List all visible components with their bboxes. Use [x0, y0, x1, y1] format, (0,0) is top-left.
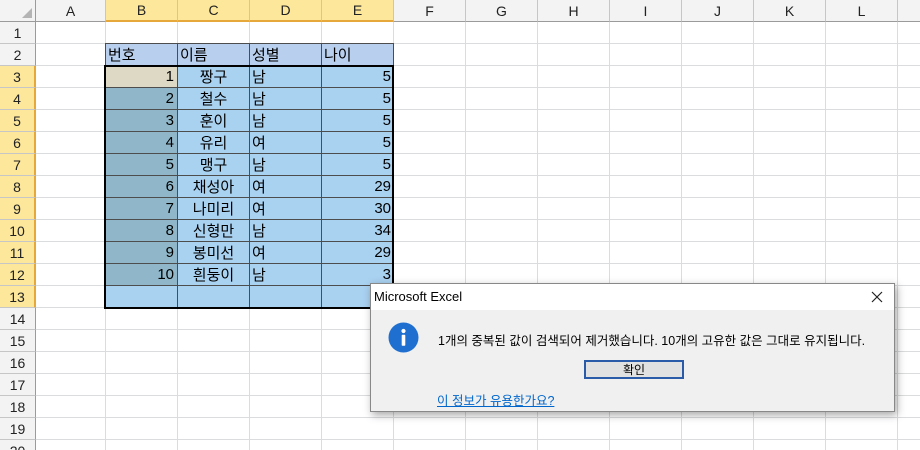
table-cell-age[interactable]: 5	[321, 153, 394, 176]
table-cell-name[interactable]: 훈이	[177, 109, 250, 132]
table-cell-number[interactable]: 9	[105, 241, 178, 264]
column-header-g[interactable]: G	[466, 0, 538, 22]
table-cell-number[interactable]: 8	[105, 219, 178, 242]
dialog-message: 1개의 중복된 값이 검색되어 제거했습니다. 10개의 고유한 값은 그대로 …	[438, 334, 866, 348]
column-header-f[interactable]: F	[394, 0, 466, 22]
column-header-b[interactable]: B	[106, 0, 178, 22]
table-cell-name[interactable]: 맹구	[177, 153, 250, 176]
info-icon	[388, 322, 419, 353]
table-cell-age[interactable]: 5	[321, 109, 394, 132]
table-cell-age[interactable]: 29	[321, 175, 394, 198]
row-header-2[interactable]: 2	[0, 44, 36, 66]
row-header-6[interactable]: 6	[0, 132, 36, 154]
dialog-title: Microsoft Excel	[374, 289, 463, 304]
table-cell-number[interactable]: 10	[105, 263, 178, 286]
table-cell-gender[interactable]: 남	[249, 153, 322, 176]
header-cell-number[interactable]: 번호	[105, 43, 178, 66]
row-header-19[interactable]: 19	[0, 418, 36, 440]
column-header-l[interactable]: L	[826, 0, 898, 22]
column-header-d[interactable]: D	[250, 0, 322, 22]
column-header-i[interactable]: I	[610, 0, 682, 22]
table-cell-gender[interactable]: 여	[249, 175, 322, 198]
table-cell-gender[interactable]: 남	[249, 65, 322, 88]
empty-cell[interactable]	[249, 285, 322, 308]
column-header-c[interactable]: C	[178, 0, 250, 22]
table-cell-gender[interactable]: 남	[249, 109, 322, 132]
row-header-10[interactable]: 10	[0, 220, 36, 242]
header-cell-age[interactable]: 나이	[321, 43, 394, 66]
table-cell-age[interactable]: 29	[321, 241, 394, 264]
row-header-20[interactable]: 20	[0, 440, 36, 450]
header-cell-gender[interactable]: 성별	[249, 43, 322, 66]
row-header-3[interactable]: 3	[0, 66, 36, 88]
table-cell-gender[interactable]: 여	[249, 131, 322, 154]
table-cell-gender[interactable]: 남	[249, 87, 322, 110]
table-cell-gender[interactable]: 남	[249, 219, 322, 242]
table-cell-gender[interactable]: 여	[249, 197, 322, 220]
row-header-4[interactable]: 4	[0, 88, 36, 110]
row-header-15[interactable]: 15	[0, 330, 36, 352]
column-header-h[interactable]: H	[538, 0, 610, 22]
table-cell-number[interactable]: 6	[105, 175, 178, 198]
column-header-a[interactable]: A	[36, 0, 106, 22]
row-header-17[interactable]: 17	[0, 374, 36, 396]
table-cell-name[interactable]: 신형만	[177, 219, 250, 242]
select-all-corner[interactable]	[0, 0, 36, 22]
table-cell-number[interactable]: 7	[105, 197, 178, 220]
column-header-m-partial[interactable]	[898, 0, 920, 22]
column-header-e[interactable]: E	[322, 0, 394, 22]
table-cell-gender[interactable]: 남	[249, 263, 322, 286]
table-cell-name[interactable]: 짱구	[177, 65, 250, 88]
row-header-14[interactable]: 14	[0, 308, 36, 330]
table-cell-age[interactable]: 5	[321, 87, 394, 110]
ok-button[interactable]: 확인	[584, 360, 684, 379]
row-header-5[interactable]: 5	[0, 110, 36, 132]
row-header-13[interactable]: 13	[0, 286, 36, 308]
table-cell-age[interactable]: 30	[321, 197, 394, 220]
table-cell-age[interactable]: 5	[321, 65, 394, 88]
table-cell-number[interactable]: 1	[105, 65, 178, 88]
feedback-link[interactable]: 이 정보가 유용한가요?	[437, 390, 554, 409]
table-cell-name[interactable]: 유리	[177, 131, 250, 154]
gridline	[36, 439, 920, 440]
dialog-body: 1개의 중복된 값이 검색되어 제거했습니다. 10개의 고유한 값은 그대로 …	[371, 310, 894, 411]
column-header-k[interactable]: K	[754, 0, 826, 22]
table-cell-name[interactable]: 흰둥이	[177, 263, 250, 286]
table-cell-number[interactable]: 2	[105, 87, 178, 110]
gridline	[36, 417, 920, 418]
table-cell-number[interactable]: 3	[105, 109, 178, 132]
table-cell-age[interactable]: 5	[321, 131, 394, 154]
row-header-9[interactable]: 9	[0, 198, 36, 220]
row-header-12[interactable]: 12	[0, 264, 36, 286]
close-icon[interactable]	[860, 284, 894, 310]
dialog-titlebar[interactable]: Microsoft Excel	[371, 284, 894, 310]
table-cell-name[interactable]: 철수	[177, 87, 250, 110]
empty-cell[interactable]	[105, 285, 178, 308]
empty-cell[interactable]	[177, 285, 250, 308]
table-cell-name[interactable]: 채성아	[177, 175, 250, 198]
table-cell-name[interactable]: 나미리	[177, 197, 250, 220]
table-cell-gender[interactable]: 여	[249, 241, 322, 264]
table-cell-name[interactable]: 봉미선	[177, 241, 250, 264]
row-header-11[interactable]: 11	[0, 242, 36, 264]
row-header-7[interactable]: 7	[0, 154, 36, 176]
row-header-8[interactable]: 8	[0, 176, 36, 198]
column-header-j[interactable]: J	[682, 0, 754, 22]
row-header-1[interactable]: 1	[0, 22, 36, 44]
message-dialog: Microsoft Excel 1개의 중복된 값이 검색되어 제거했습니다. …	[370, 283, 895, 412]
row-header-16[interactable]: 16	[0, 352, 36, 374]
table-cell-number[interactable]: 4	[105, 131, 178, 154]
table-cell-number[interactable]: 5	[105, 153, 178, 176]
table-cell-age[interactable]: 34	[321, 219, 394, 242]
header-cell-name[interactable]: 이름	[177, 43, 250, 66]
row-header-18[interactable]: 18	[0, 396, 36, 418]
